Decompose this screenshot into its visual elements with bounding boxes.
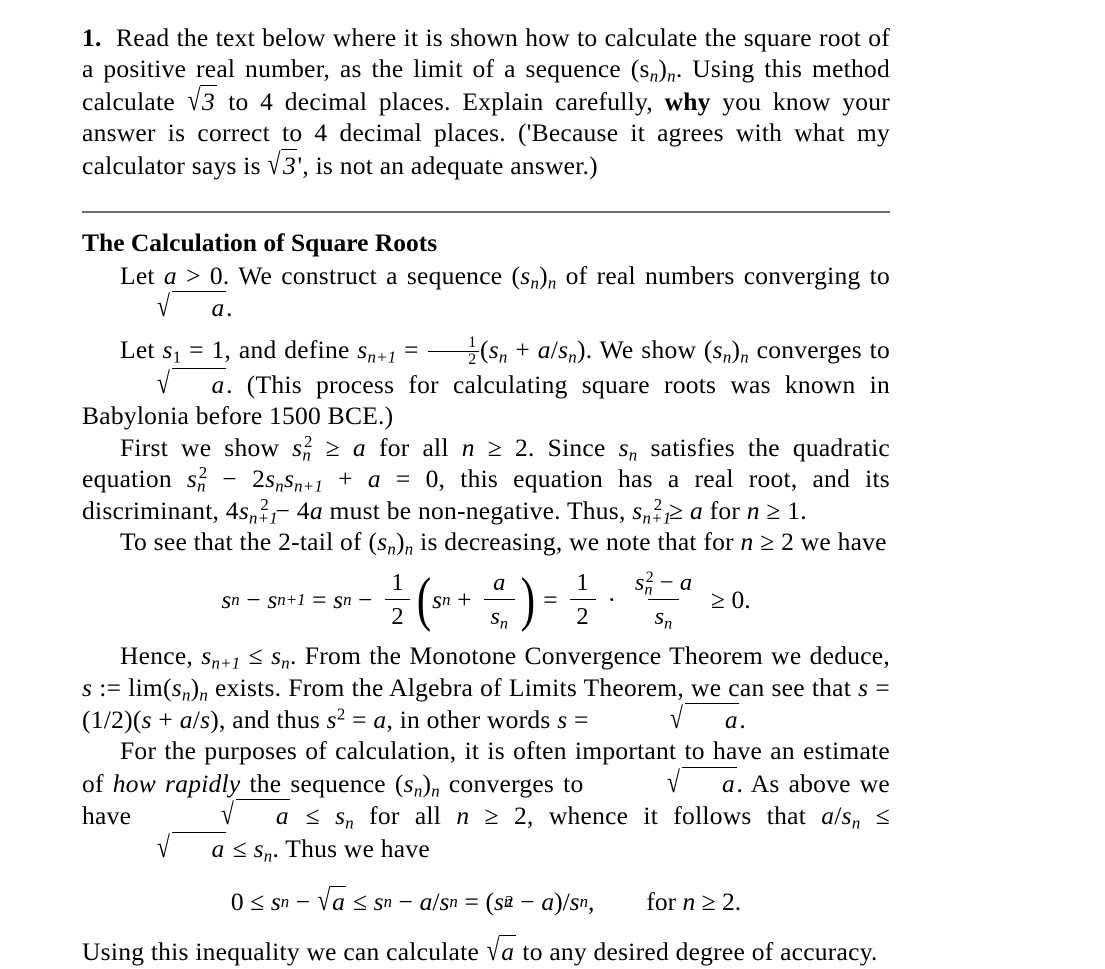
fraction-one-half-a: 12: [384, 569, 411, 630]
section-heading: The Calculation of Square Roots: [82, 228, 438, 258]
fraction-one-half-b: 12: [569, 569, 596, 630]
sqrt-a-1: √ a: [157, 289, 227, 324]
sqrt-a-5: √ a: [221, 796, 291, 832]
question-number: 1.: [82, 23, 102, 52]
theorem-algebra-limits: Algebra of Limits Theorem: [389, 672, 678, 702]
question-text-c: to 4 decimal places. Explain carefully,: [216, 86, 665, 116]
radical-glyph: √: [187, 82, 201, 117]
sqrt-a-6: √ a: [157, 829, 227, 864]
question-text-e: ', is not an adequate answer.): [297, 150, 598, 180]
document-page: 1. Read the text below where it is shown…: [0, 0, 1105, 967]
section-divider: [82, 211, 890, 214]
theorem-monotone: Monotone Convergence Theorem: [409, 641, 763, 671]
question-paragraph: 1. Read the text below where it is shown…: [82, 22, 890, 181]
era-label: 1500 BCE: [269, 401, 379, 431]
half-fraction: 12: [427, 334, 479, 368]
sqrt-three-1: √3: [187, 82, 217, 117]
fraction-sn2-minus-a-over-sn: sn2 − a sn: [634, 569, 693, 633]
paragraph-hence: Hence, sn+1 ≤ sn. From the Monotone Conv…: [82, 641, 891, 735]
sqrt-a-8: √a: [486, 932, 516, 967]
radicand-3a: 3: [200, 84, 217, 116]
emphasis-why: why: [664, 86, 711, 116]
display-equation-decreasing: s n − s n+1 = s n − 12 ( s n + a sn ) = 12 · sn2 − …: [221, 566, 751, 633]
sqrt-a-2: √ a: [157, 365, 227, 400]
sqrt-a-4: √ a: [667, 764, 737, 799]
paragraph-closing: Using this inequality we can calculate √…: [82, 932, 878, 967]
paren-close-1: ): [658, 54, 668, 84]
radicand-3b: 3: [281, 148, 298, 180]
sqrt-a-7: √a: [317, 882, 347, 918]
text-column: 1. Read the text below where it is shown…: [82, 22, 890, 968]
paragraph-let-a: Let a > 0. We construct a sequence (sn)n…: [82, 260, 890, 324]
right-paren: ): [521, 566, 536, 633]
fraction-a-over-sn: a sn: [483, 569, 515, 632]
radical-glyph: √: [267, 146, 282, 181]
sqrt-three-2: √3: [267, 146, 298, 181]
paragraph-first-we-show: First we show sn2 ≥ a for all n ≥ 2. Sin…: [82, 432, 890, 528]
sqrt-a-3: √ a: [670, 700, 740, 735]
paragraph-define-sequence: Let s1 = 1, and define sn+1 = 1 2 (sn + a/…: [82, 333, 890, 431]
left-paren: (: [416, 566, 432, 633]
subscript-n-2: n: [667, 67, 676, 87]
cdot-operator: ·: [607, 584, 617, 614]
var-a: a: [163, 261, 177, 291]
paragraph-estimate: For the purposes of calculation, it is o…: [82, 736, 890, 866]
display-equation-error-bound: 0 ≤ s n − √a ≤ s n − a / s n =(s n 2− a) / s n, for n ≥ 2.: [230, 882, 742, 918]
paragraph-two-tail: To see that the 2-tail of (sn)n is decre…: [120, 527, 887, 559]
italic-how-rapidly: how rapidly: [112, 768, 241, 798]
equation-condition: for n ≥ 2.: [646, 886, 742, 916]
